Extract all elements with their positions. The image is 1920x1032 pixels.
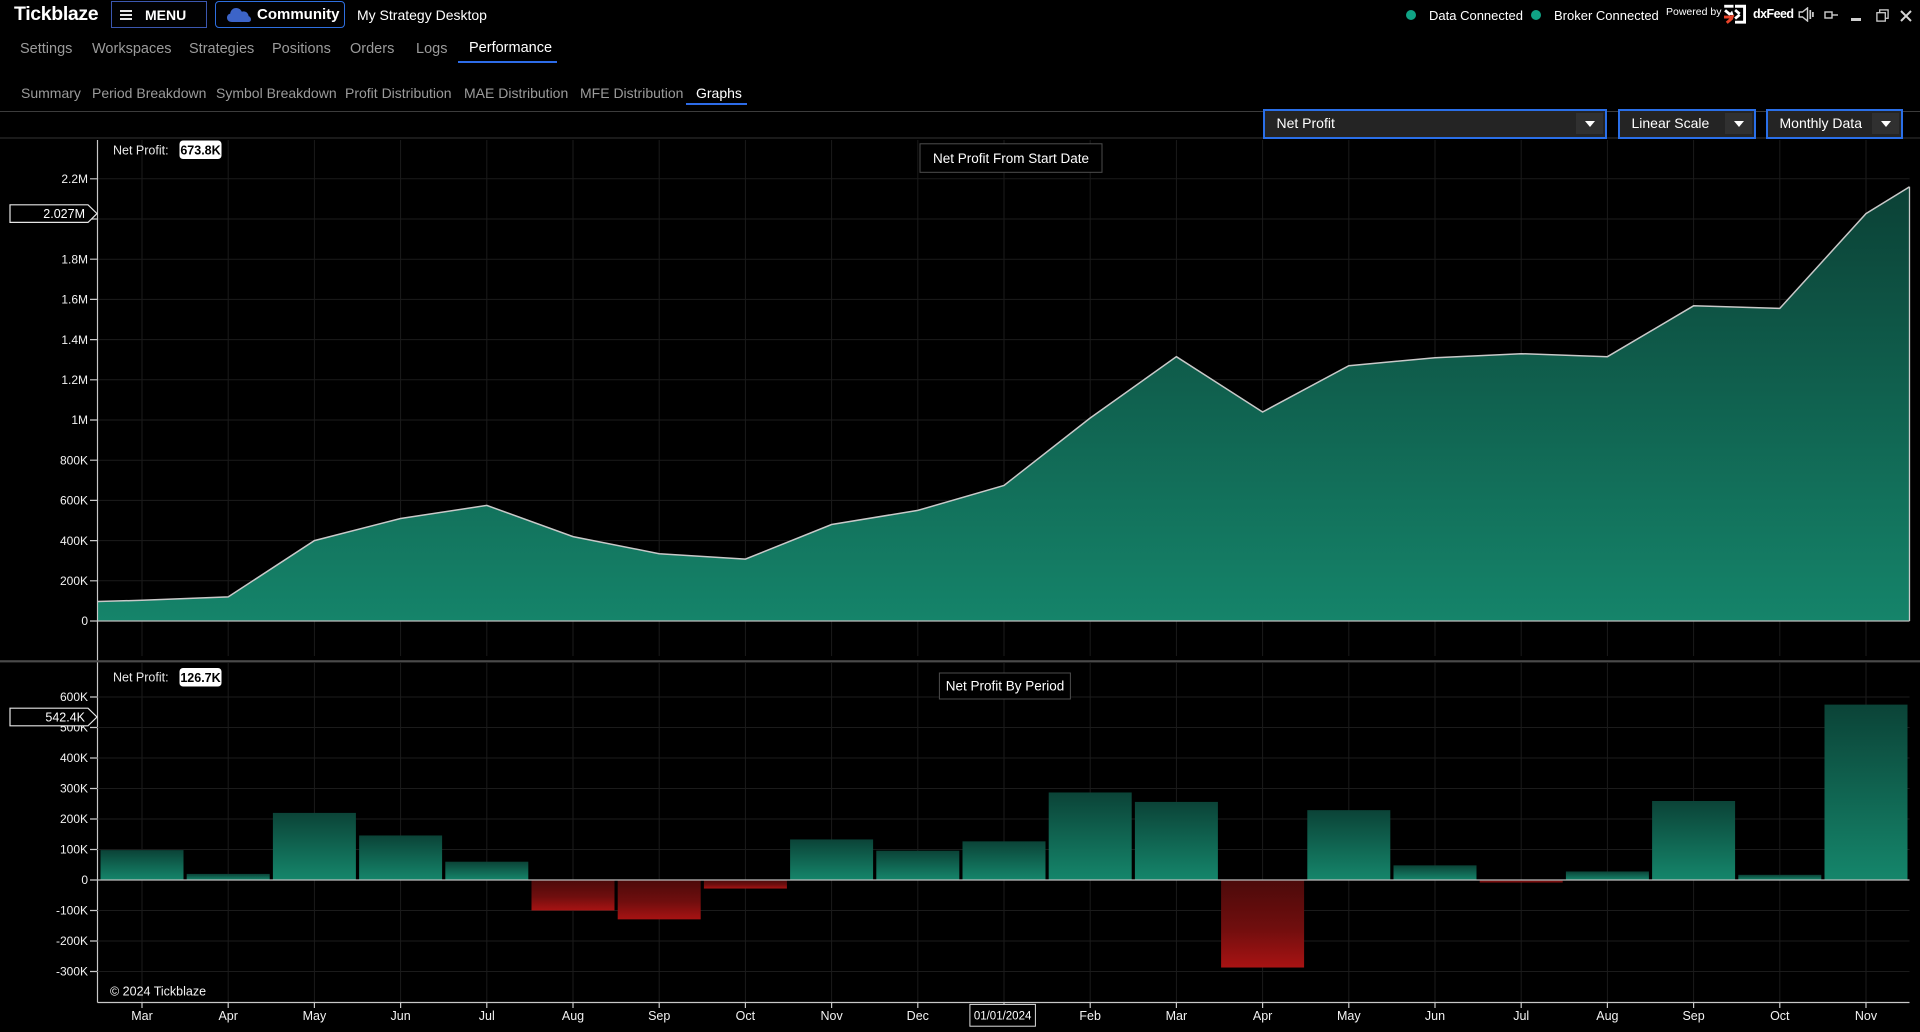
svg-text:Jul: Jul	[479, 1009, 495, 1023]
svg-text:Nov: Nov	[820, 1009, 843, 1023]
svg-text:Aug: Aug	[1596, 1009, 1618, 1023]
svg-text:-300K: -300K	[56, 965, 88, 979]
svg-text:Jun: Jun	[391, 1009, 411, 1023]
svg-text:May: May	[1337, 1009, 1361, 1023]
svg-text:Aug: Aug	[562, 1009, 584, 1023]
svg-text:1M: 1M	[71, 413, 88, 427]
svg-text:May: May	[303, 1009, 327, 1023]
svg-text:200K: 200K	[60, 812, 88, 826]
svg-text:100K: 100K	[60, 843, 88, 857]
svg-text:-100K: -100K	[56, 904, 88, 918]
svg-text:Mar: Mar	[1166, 1009, 1188, 1023]
svg-text:Jul: Jul	[1513, 1009, 1529, 1023]
svg-text:0: 0	[81, 873, 88, 887]
svg-text:126.7K: 126.7K	[180, 671, 220, 685]
svg-text:2.027M: 2.027M	[43, 207, 85, 221]
svg-text:400K: 400K	[60, 534, 88, 548]
svg-text:Net Profit:: Net Profit:	[113, 144, 169, 158]
svg-text:1.6M: 1.6M	[61, 293, 88, 307]
svg-text:542.4K: 542.4K	[45, 711, 85, 725]
svg-text:1.4M: 1.4M	[61, 333, 88, 347]
svg-text:300K: 300K	[60, 782, 88, 796]
svg-text:Oct: Oct	[1770, 1009, 1790, 1023]
svg-text:Dec: Dec	[907, 1009, 929, 1023]
svg-text:01/01/2024: 01/01/2024	[974, 1010, 1032, 1022]
svg-text:Apr: Apr	[1253, 1009, 1272, 1023]
svg-text:800K: 800K	[60, 453, 88, 467]
svg-text:0: 0	[81, 614, 88, 628]
svg-text:600K: 600K	[60, 494, 88, 508]
svg-text:Sep: Sep	[648, 1009, 670, 1023]
svg-text:Net Profit From Start Date: Net Profit From Start Date	[933, 151, 1089, 166]
svg-text:200K: 200K	[60, 574, 88, 588]
svg-text:Oct: Oct	[736, 1009, 756, 1023]
svg-text:Apr: Apr	[218, 1009, 237, 1023]
svg-text:Feb: Feb	[1079, 1009, 1101, 1023]
svg-text:Sep: Sep	[1682, 1009, 1704, 1023]
svg-text:400K: 400K	[60, 751, 88, 765]
svg-text:673.8K: 673.8K	[180, 144, 220, 158]
svg-text:Jun: Jun	[1425, 1009, 1445, 1023]
svg-text:1.8M: 1.8M	[61, 252, 88, 266]
svg-text:Mar: Mar	[131, 1009, 153, 1023]
svg-text:2.2M: 2.2M	[61, 172, 88, 186]
svg-text:1.2M: 1.2M	[61, 373, 88, 387]
svg-text:600K: 600K	[60, 690, 88, 704]
svg-text:© 2024 Tickblaze: © 2024 Tickblaze	[110, 985, 206, 999]
svg-text:Net Profit By Period: Net Profit By Period	[946, 679, 1065, 694]
svg-text:Nov: Nov	[1855, 1009, 1878, 1023]
svg-text:-200K: -200K	[56, 934, 88, 948]
svg-text:Net Profit:: Net Profit:	[113, 671, 169, 685]
